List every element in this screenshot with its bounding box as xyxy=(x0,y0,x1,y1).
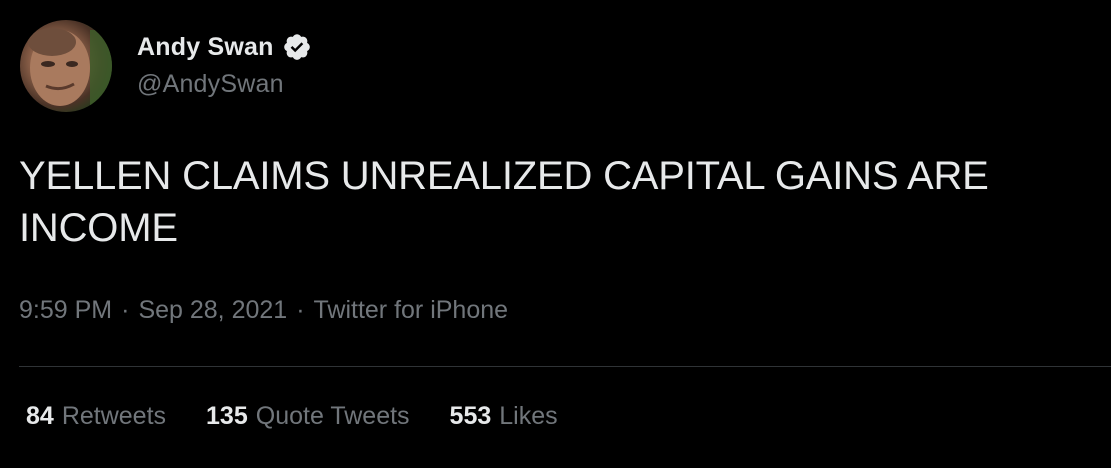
author-name-row: Andy Swan xyxy=(137,30,312,64)
likes-stat[interactable]: 553 Likes xyxy=(450,402,558,431)
retweets-stat[interactable]: 84 Retweets xyxy=(26,402,166,431)
tweet-source[interactable]: Twitter for iPhone xyxy=(314,296,509,325)
quote-tweets-label: Quote Tweets xyxy=(255,402,410,430)
retweets-count: 84 xyxy=(26,402,54,430)
meta-separator: · xyxy=(296,296,305,324)
likes-count: 553 xyxy=(449,402,492,430)
divider xyxy=(19,366,1111,367)
author-display-name[interactable]: Andy Swan xyxy=(137,33,274,62)
meta-separator: · xyxy=(121,296,130,324)
avatar[interactable] xyxy=(20,20,112,112)
likes-label: Likes xyxy=(499,402,558,430)
tweet-time[interactable]: 9:59 PM xyxy=(19,296,112,325)
verified-badge-icon xyxy=(282,32,312,62)
quote-tweets-count: 135 xyxy=(206,402,248,430)
tweet-date[interactable]: Sep 28, 2021 xyxy=(138,296,287,325)
profile-photo-icon xyxy=(28,28,112,112)
quote-tweets-stat[interactable]: 135 Quote Tweets xyxy=(206,402,410,431)
tweet-stats: 84 Retweets 135 Quote Tweets 553 Likes xyxy=(26,402,598,431)
tweet-meta: 9:59 PM · Sep 28, 2021 · Twitter for iPh… xyxy=(19,296,508,325)
author-handle[interactable]: @AndySwan xyxy=(137,70,284,99)
tweet-text: YELLEN CLAIMS UNREALIZED CAPITAL GAINS A… xyxy=(19,154,989,250)
retweets-label: Retweets xyxy=(61,402,167,430)
